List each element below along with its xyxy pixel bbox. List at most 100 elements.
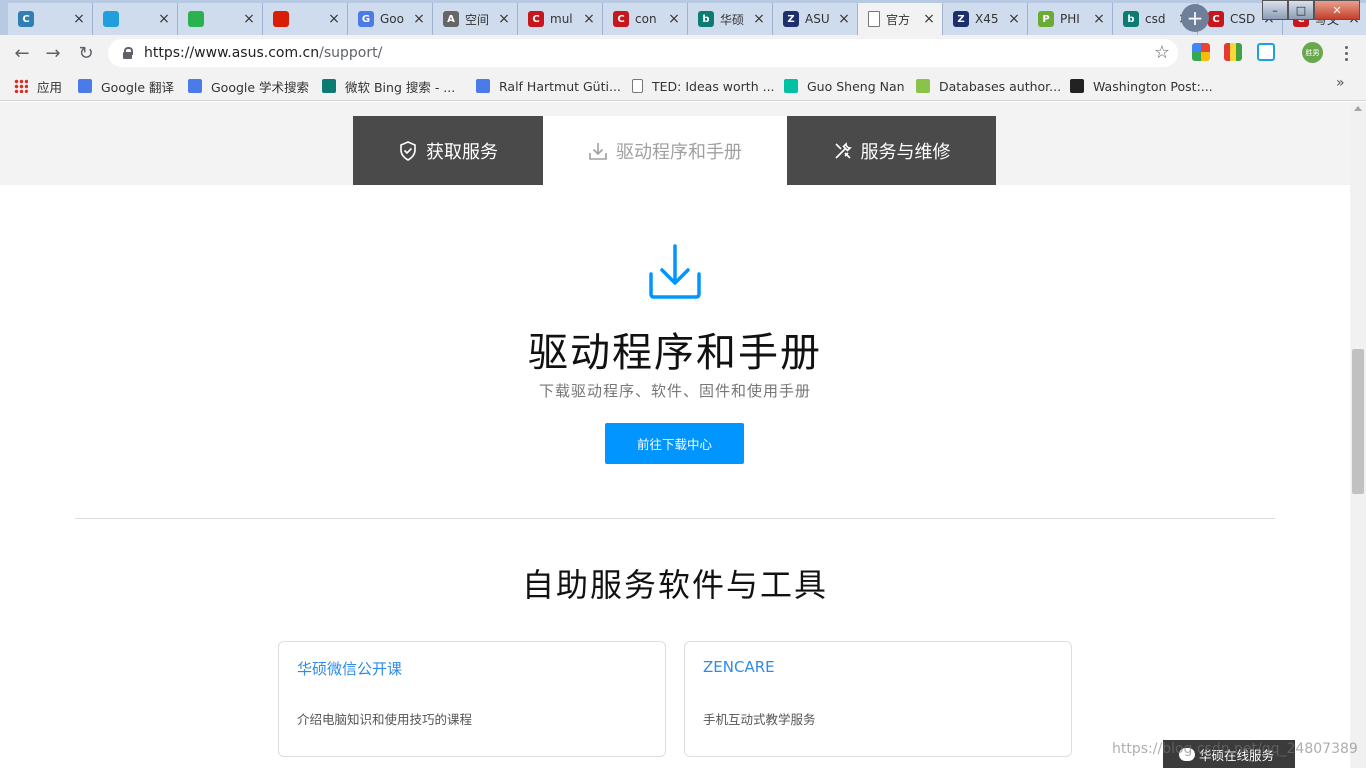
bookmark-item[interactable]: TED: Ideas worth ...: [632, 76, 775, 96]
tab-favicon-icon: C: [1208, 11, 1224, 27]
tab-title: csd: [1145, 12, 1166, 26]
new-tab-button[interactable]: +: [1181, 4, 1209, 32]
tab-drivers-manuals[interactable]: 驱动程序和手册: [543, 116, 787, 185]
download-icon: [588, 141, 608, 161]
graduation-icon: [476, 79, 490, 93]
bookmark-item[interactable]: Google 翻译: [78, 76, 174, 96]
download-center-button[interactable]: 前往下载中心: [605, 423, 744, 464]
card-description: 介绍电脑知识和使用技巧的课程: [297, 712, 473, 727]
browser-tab[interactable]: C ×: [8, 3, 93, 35]
section-divider: [75, 518, 1275, 519]
tab-close-icon[interactable]: ×: [582, 11, 596, 27]
smiley-icon: [916, 79, 930, 93]
tab-close-icon[interactable]: ×: [752, 11, 766, 27]
browser-tab[interactable]: ×: [263, 3, 348, 35]
minimize-button[interactable]: –: [1262, 0, 1288, 20]
scholar-icon: [188, 79, 202, 93]
tab-get-service-label: 获取服务: [426, 141, 498, 163]
service-tab-band: 获取服务 驱动程序和手册 服务与维修: [0, 102, 1350, 185]
bookmark-label: Google 学术搜索: [211, 79, 310, 95]
bookmark-item[interactable]: Google 学术搜索: [188, 76, 309, 96]
bookmark-item[interactable]: Guo Sheng Nan: [784, 76, 905, 96]
bookmark-label: 应用: [37, 79, 63, 95]
tab-favicon-icon: [868, 11, 880, 27]
bookmark-label: TED: Ideas worth ...: [652, 78, 775, 94]
bookmarks-more-icon[interactable]: »: [1336, 75, 1345, 91]
scrollbar-thumb[interactable]: [1352, 349, 1364, 494]
tab-close-icon[interactable]: ×: [1092, 11, 1106, 27]
tab-close-icon[interactable]: ×: [412, 11, 426, 27]
card-description: 手机互动式教学服务: [703, 712, 816, 727]
browser-tab[interactable]: Z X45 ×: [943, 3, 1028, 35]
browser-toolbar: ← → ↻ https://www.asus.com.cn/support/ ☆…: [0, 35, 1366, 70]
reload-icon[interactable]: ↻: [74, 41, 98, 65]
tab-favicon-icon: [103, 11, 119, 27]
tab-close-icon[interactable]: ×: [242, 11, 256, 27]
back-icon[interactable]: ←: [10, 41, 34, 65]
drivers-title: 驱动程序和手册: [528, 330, 822, 376]
tab-favicon-icon: A: [443, 11, 459, 27]
tab-close-icon[interactable]: ×: [922, 11, 936, 27]
tab-favicon-icon: G: [358, 11, 374, 27]
tab-title: mul: [550, 12, 573, 26]
maximize-button[interactable]: □: [1288, 0, 1314, 20]
bookmark-item[interactable]: Ralf Hartmut Güti...: [476, 76, 621, 96]
profile-avatar[interactable]: 胜男: [1302, 42, 1323, 63]
bookmark-label: Washington Post:...: [1093, 78, 1213, 94]
menu-icon[interactable]: [1338, 41, 1354, 65]
tab-title: X45: [975, 12, 999, 26]
bookmark-item[interactable]: 应用: [14, 76, 62, 96]
extension-colorful-icon[interactable]: [1192, 43, 1210, 61]
tab-close-icon[interactable]: ×: [667, 11, 681, 27]
page-scrollbar[interactable]: [1350, 102, 1366, 768]
scroll-up-arrow[interactable]: [1354, 106, 1362, 111]
tab-close-icon[interactable]: ×: [1007, 11, 1021, 27]
close-window-button[interactable]: ✕: [1314, 0, 1360, 20]
browser-tab[interactable]: P PHI ×: [1028, 3, 1113, 35]
browser-tab[interactable]: Z ASU ×: [773, 3, 858, 35]
browser-tab[interactable]: G Goo ×: [348, 3, 433, 35]
bookmark-label: Ralf Hartmut Güti...: [499, 78, 621, 94]
tab-close-icon[interactable]: ×: [497, 11, 511, 27]
tab-get-service[interactable]: 获取服务: [353, 116, 543, 185]
tab-close-icon[interactable]: ×: [157, 11, 171, 27]
card-title[interactable]: ZENCARE: [703, 658, 775, 676]
tab-close-icon[interactable]: ×: [837, 11, 851, 27]
card-wechat-course[interactable]: 华硕微信公开课 介绍电脑知识和使用技巧的课程: [278, 641, 666, 757]
tab-title: 空间: [465, 12, 490, 27]
bookmark-item[interactable]: 微软 Bing 搜索 - ...: [322, 76, 455, 96]
tab-favicon-icon: C: [528, 11, 544, 27]
tab-favicon-icon: C: [613, 11, 629, 27]
bookmark-item[interactable]: Databases author...: [916, 76, 1061, 96]
browser-tab[interactable]: ×: [178, 3, 263, 35]
bookmark-label: Google 翻译: [101, 79, 175, 95]
browser-tab[interactable]: Ccon ×: [603, 3, 688, 35]
tab-close-icon[interactable]: ×: [327, 11, 341, 27]
extension-translate-icon[interactable]: [1257, 43, 1275, 61]
browser-tab[interactable]: 官方 ×: [858, 3, 943, 35]
tab-service-repair[interactable]: 服务与维修: [787, 116, 996, 185]
page-icon: [632, 79, 643, 93]
url-host: https://www.asus.com.cn: [144, 45, 320, 61]
online-service-button[interactable]: 华硕在线服务: [1163, 740, 1295, 768]
lock-icon[interactable]: [122, 47, 134, 59]
browser-tab[interactable]: ×: [93, 3, 178, 35]
browser-tab[interactable]: b 华硕 ×: [688, 3, 773, 35]
page-content: 获取服务 驱动程序和手册 服务与维修 驱动程序和手册 下载驱动程序、软件、固件和…: [0, 102, 1350, 768]
tab-strip: C × × × × G Goo × A 空间 × Cmul × Ccon × b 华硕 × Z ASU × 官方 × Z X45…: [0, 0, 1366, 35]
tab-favicon-icon: b: [698, 11, 714, 27]
forward-icon[interactable]: →: [41, 41, 65, 65]
tab-close-icon[interactable]: ×: [72, 11, 86, 27]
browser-tab[interactable]: A 空间 ×: [433, 3, 518, 35]
card-title[interactable]: 华硕微信公开课: [297, 658, 402, 679]
tab-favicon-icon: b: [1123, 11, 1139, 27]
address-bar[interactable]: https://www.asus.com.cn/support/ ☆: [108, 39, 1178, 67]
tab-favicon-icon: P: [1038, 11, 1054, 27]
tab-favicon-icon: C: [18, 11, 34, 27]
bookmark-star-icon[interactable]: ☆: [1154, 42, 1170, 63]
card-zencare[interactable]: ZENCARE 手机互动式教学服务: [684, 641, 1072, 757]
browser-tab[interactable]: Cmul ×: [518, 3, 603, 35]
url-path: /support/: [319, 45, 383, 61]
extension-grid-icon[interactable]: [1224, 43, 1242, 61]
bookmark-item[interactable]: Washington Post:...: [1070, 76, 1213, 96]
